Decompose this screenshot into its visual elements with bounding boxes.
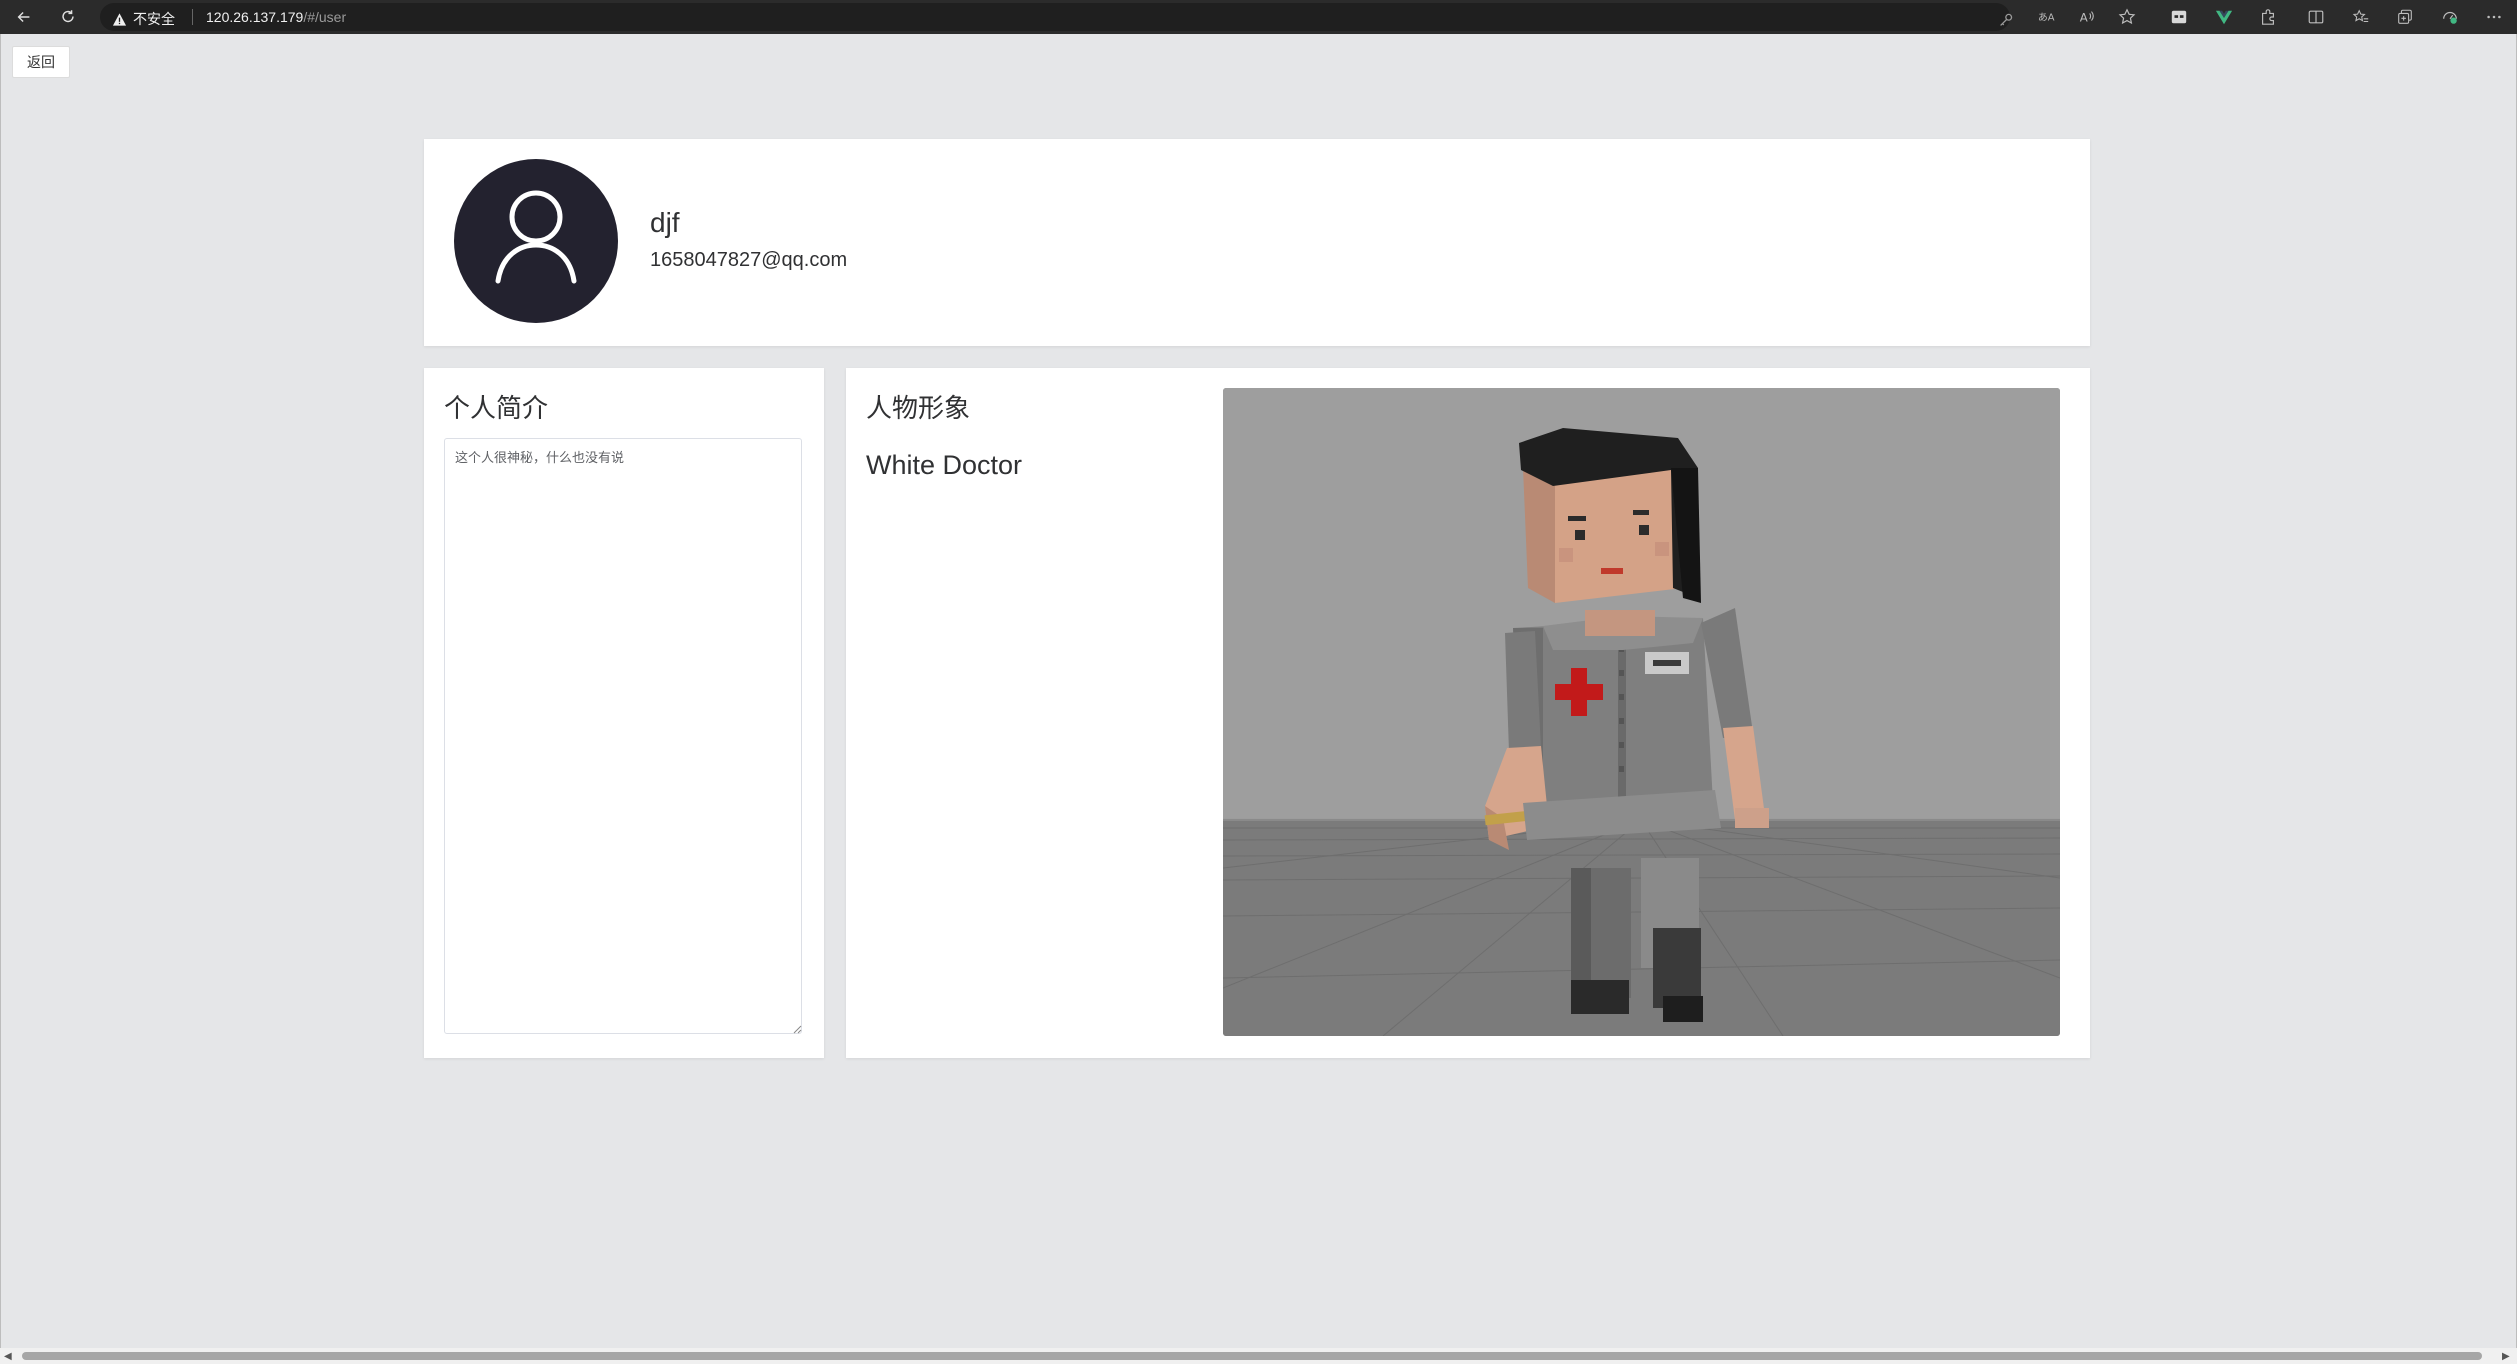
intro-card: 个人简介 (424, 368, 824, 1058)
extensions-puzzle-icon[interactable] (2257, 6, 2279, 28)
character-title: 人物形象 (866, 394, 971, 424)
svg-text:あA: あA (2038, 12, 2055, 24)
intro-textarea[interactable] (444, 438, 802, 1034)
intro-title: 个人简介 (444, 394, 549, 424)
scrollbar-thumb[interactable] (22, 1352, 2482, 1360)
favorites-icon[interactable] (2350, 6, 2372, 28)
read-aloud-icon[interactable]: A (2076, 6, 2098, 28)
collections-icon[interactable] (2394, 6, 2416, 28)
reload-icon[interactable] (56, 5, 80, 29)
browser-toolbar: 不安全 120.26.137.179/#/user あA A (0, 0, 2517, 34)
character-name: White Doctor (866, 450, 1023, 480)
favorite-star-icon[interactable] (2116, 6, 2138, 28)
vue-devtools-icon[interactable] (2213, 6, 2235, 28)
avatar[interactable] (454, 159, 618, 323)
user-icon (495, 190, 577, 284)
translate-icon[interactable]: あA (2035, 6, 2057, 28)
extension-icon[interactable] (2168, 6, 2190, 28)
scroll-right-icon[interactable]: ▶ (2502, 1351, 2510, 1362)
back-icon[interactable] (12, 5, 36, 29)
warning-icon (112, 12, 127, 26)
username: djf (650, 207, 680, 238)
performance-icon[interactable] (2439, 6, 2461, 28)
resize-grip-icon[interactable] (793, 1025, 802, 1034)
url-path: /#/user (303, 9, 347, 25)
horizontal-scrollbar[interactable]: ◀ ▶ (0, 1348, 2517, 1364)
back-button[interactable]: 返回 (12, 46, 70, 78)
white-doctor-model-image (1223, 388, 2060, 1036)
more-icon[interactable] (2483, 6, 2505, 28)
url-separator (192, 9, 193, 25)
address-bar[interactable]: 不安全 120.26.137.179/#/user (100, 3, 2013, 31)
url-text[interactable]: 120.26.137.179/#/user (206, 9, 346, 25)
profile-card: djf 1658047827@qq.com (424, 139, 2090, 346)
security-label: 不安全 (133, 11, 175, 27)
url-host: 120.26.137.179 (206, 9, 304, 25)
security-warning[interactable]: 不安全 (112, 9, 175, 29)
key-icon[interactable] (1995, 9, 2017, 31)
split-screen-icon[interactable] (2305, 6, 2327, 28)
svg-text:A: A (2080, 11, 2088, 25)
user-email: 1658047827@qq.com (650, 249, 848, 271)
character-3d-viewer[interactable] (1223, 388, 2060, 1036)
character-card: 人物形象 White Doctor (846, 368, 2090, 1058)
scroll-left-icon[interactable]: ◀ (4, 1351, 12, 1362)
